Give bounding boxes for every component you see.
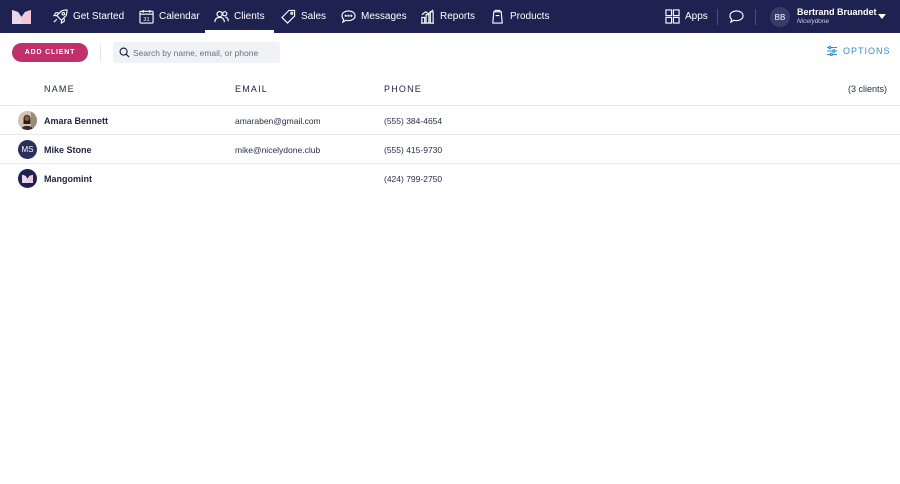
user-organization: Nicelydone bbox=[797, 18, 830, 25]
column-header-phone[interactable]: PHONE bbox=[384, 84, 422, 94]
add-client-button[interactable]: ADD CLIENT bbox=[12, 43, 88, 62]
table-row[interactable]: MS Mike Stone mike@nicelydone.club (555)… bbox=[0, 135, 900, 164]
top-navigation-bar: Get Started 31 Calendar Clients Sales Me… bbox=[0, 0, 900, 33]
nav-label: Get Started bbox=[73, 11, 125, 22]
nav-label: Sales bbox=[301, 11, 327, 22]
sliders-icon bbox=[827, 46, 837, 56]
nav-apps[interactable]: Apps bbox=[665, 0, 708, 33]
divider bbox=[755, 9, 756, 25]
client-name[interactable]: Mangomint bbox=[44, 174, 92, 184]
client-avatar-logo bbox=[18, 169, 37, 188]
client-email: amaraben@gmail.com bbox=[235, 116, 321, 126]
nav-reports[interactable]: Reports bbox=[420, 0, 475, 33]
box-icon bbox=[492, 9, 503, 24]
column-header-name[interactable]: NAME bbox=[44, 84, 75, 94]
client-phone: (424) 799-2750 bbox=[384, 174, 443, 184]
nav-label: Reports bbox=[440, 11, 476, 22]
divider bbox=[100, 44, 101, 62]
user-avatar[interactable]: BB bbox=[770, 7, 790, 27]
brand-logo-icon[interactable] bbox=[12, 9, 31, 24]
bar-chart-icon bbox=[420, 9, 435, 24]
client-phone: (555) 415-9730 bbox=[384, 145, 443, 155]
nav-clients[interactable]: Clients bbox=[205, 0, 274, 33]
message-bubble-icon bbox=[341, 10, 356, 24]
brand-logo-icon bbox=[22, 174, 33, 183]
user-menu-caret-icon[interactable] bbox=[878, 14, 886, 19]
tag-icon bbox=[281, 9, 296, 24]
clients-icon bbox=[214, 10, 229, 23]
nav-label: Messages bbox=[361, 11, 407, 22]
nav-label: Products bbox=[510, 11, 550, 22]
options-button[interactable]: OPTIONS bbox=[827, 46, 891, 56]
nav-get-started[interactable]: Get Started bbox=[53, 0, 124, 33]
user-name[interactable]: Bertrand Bruandet bbox=[797, 7, 877, 17]
nav-calendar[interactable]: 31 Calendar bbox=[139, 0, 200, 33]
client-avatar-initials: MS bbox=[18, 140, 37, 159]
chat-icon[interactable] bbox=[729, 9, 744, 24]
nav-label: Calendar bbox=[159, 11, 200, 22]
nav-sales[interactable]: Sales bbox=[281, 0, 326, 33]
calendar-day-number: 31 bbox=[143, 17, 149, 23]
table-row[interactable]: Mangomint (424) 799-2750 bbox=[0, 164, 900, 193]
client-name[interactable]: Mike Stone bbox=[44, 145, 92, 155]
client-count: (3 clients) bbox=[847, 84, 887, 94]
calendar-icon: 31 bbox=[139, 9, 154, 24]
apps-grid-icon bbox=[665, 9, 680, 24]
nav-label: Apps bbox=[685, 11, 708, 22]
client-avatar-photo bbox=[18, 111, 37, 130]
client-name[interactable]: Amara Bennett bbox=[44, 116, 108, 126]
nav-products[interactable]: Products bbox=[490, 0, 549, 33]
column-header-email[interactable]: EMAIL bbox=[235, 84, 268, 94]
client-phone: (555) 384-4654 bbox=[384, 116, 443, 126]
options-label: OPTIONS bbox=[843, 46, 891, 56]
client-email: mike@nicelydone.club bbox=[235, 145, 321, 155]
table-row[interactable]: Amara Bennett amaraben@gmail.com (555) 3… bbox=[0, 106, 900, 135]
person-photo-icon bbox=[18, 111, 37, 130]
divider bbox=[717, 9, 718, 25]
search-box[interactable] bbox=[113, 42, 280, 63]
search-icon bbox=[119, 47, 130, 58]
nav-label: Clients bbox=[234, 11, 265, 22]
search-input[interactable] bbox=[133, 42, 278, 63]
rocket-icon bbox=[53, 9, 68, 24]
nav-messages[interactable]: Messages bbox=[341, 0, 407, 33]
